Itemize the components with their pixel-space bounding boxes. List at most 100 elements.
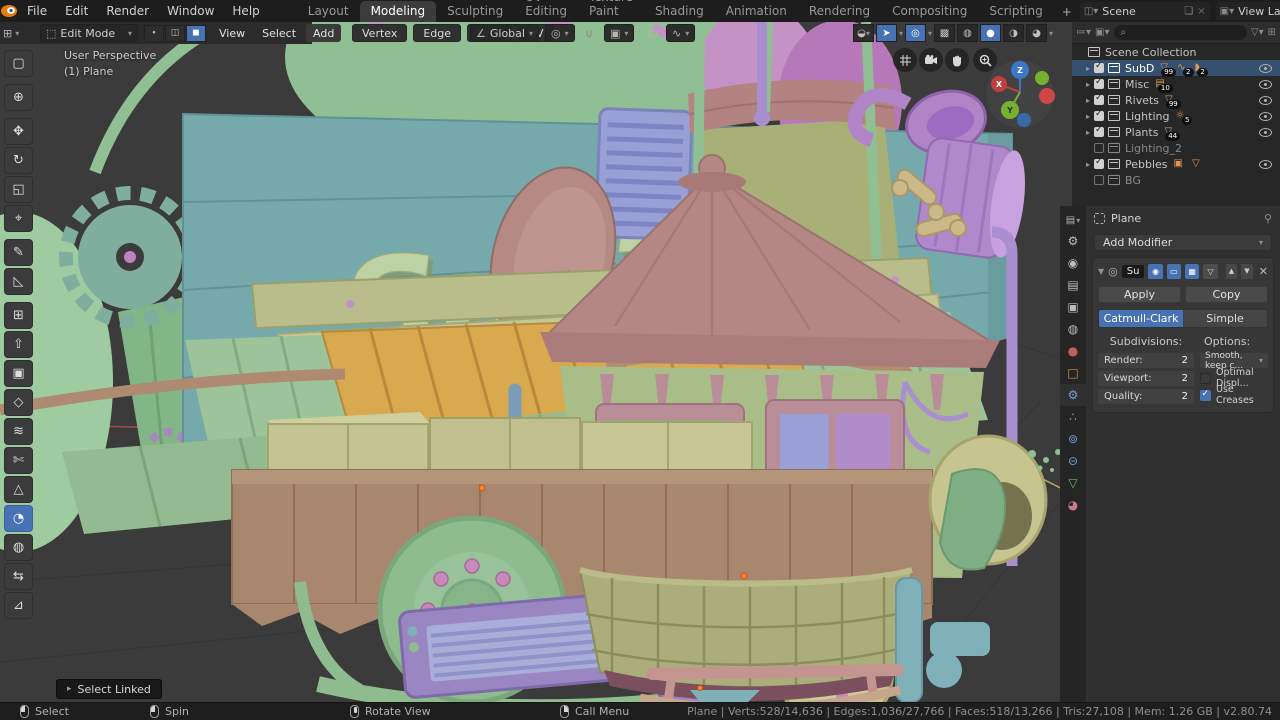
mesh-menu-vertex[interactable]: Vertex — [352, 24, 408, 42]
uv-smooth-dropdown[interactable]: Smooth, keep c... ▾ — [1200, 351, 1268, 371]
tool-rotate[interactable]: ↻ — [4, 147, 33, 174]
menu-help[interactable]: Help — [223, 4, 268, 18]
eye-icon[interactable] — [1259, 79, 1272, 89]
edge-select-mode-button[interactable]: ◫ — [165, 24, 185, 42]
collection-checkbox[interactable] — [1094, 61, 1104, 73]
modifier-editmode-toggle[interactable]: ▦ — [1185, 263, 1200, 279]
eye-icon[interactable] — [1259, 63, 1272, 73]
tool-loop-cut[interactable]: ≋ — [4, 418, 33, 445]
properties-tab-material[interactable]: ◕ — [1060, 494, 1086, 516]
tool-extrude-region[interactable]: ⇧ — [4, 331, 33, 358]
workspace-tab-uv-editing[interactable]: UV Editing — [514, 0, 578, 22]
orthographic-grid-button[interactable] — [893, 48, 917, 72]
properties-tab-tool[interactable]: ⚙ — [1060, 230, 1086, 252]
disclosure-arrow-icon[interactable]: ▸ — [1082, 96, 1094, 105]
outliner-row-rivets[interactable]: ▸ Rivets ▽99 — [1072, 92, 1280, 109]
move-modifier-down-button[interactable]: ▼ — [1241, 263, 1253, 279]
outliner-row-lighting[interactable]: ▸ Lighting ☼5 — [1072, 108, 1280, 125]
modifier-name-field[interactable]: Su — [1121, 264, 1145, 278]
select-linked-popup[interactable]: ▸ Select Linked — [56, 679, 162, 699]
workspace-tab-scripting[interactable]: Scripting — [978, 1, 1053, 22]
tool-edge-slide[interactable]: ⇆ — [4, 563, 33, 590]
properties-tab-particles[interactable]: ∴ — [1060, 406, 1086, 428]
expand-panel-icon[interactable]: ▼ — [1098, 267, 1104, 276]
tool-spin[interactable]: ◔ — [4, 505, 33, 532]
tool-poly-build[interactable]: △ — [4, 476, 33, 503]
outliner-row-misc[interactable]: ▸ Misc ▤10 — [1072, 76, 1280, 93]
optimal-display-checkbox[interactable]: Optimal Displ... — [1200, 367, 1268, 389]
shading-wireframe-button[interactable]: ◍ — [957, 24, 979, 42]
collection-checkbox[interactable] — [1094, 143, 1104, 153]
disclosure-arrow-icon[interactable]: ▸ — [1082, 64, 1094, 73]
face-select-mode-button[interactable]: ◼ — [186, 24, 206, 42]
collection-checkbox[interactable] — [1094, 77, 1104, 89]
transform-orientation-dropdown[interactable]: ∠ Global ▾ — [470, 24, 539, 42]
viewport-subdivisions-field[interactable]: Viewport: 2 — [1098, 371, 1194, 386]
copy-button[interactable]: Copy — [1185, 286, 1268, 303]
workspace-tab-sculpting[interactable]: Sculpting — [436, 1, 514, 22]
unlink-scene-icon[interactable]: × — [1197, 6, 1205, 17]
tool-cursor[interactable]: ⊕ — [4, 84, 33, 111]
tool-add-cube[interactable]: ⊞ — [4, 302, 33, 329]
proportional-falloff-dropdown[interactable]: ∿ ▾ — [666, 24, 696, 42]
eye-icon[interactable] — [1259, 127, 1272, 137]
modifier-render-toggle[interactable]: ◉ — [1148, 263, 1163, 279]
workspace-tab-shading[interactable]: Shading — [644, 1, 715, 22]
snap-with-dropdown[interactable]: ▣ ▾ — [604, 24, 635, 42]
disclosure-arrow-icon[interactable]: ▸ — [1082, 80, 1094, 89]
properties-tab-render[interactable]: ◉ — [1060, 252, 1086, 274]
collection-checkbox[interactable] — [1094, 109, 1104, 121]
eye-icon[interactable] — [1259, 159, 1272, 169]
modifier-viewport-toggle[interactable]: ▭ — [1166, 263, 1182, 279]
menu-file[interactable]: File — [18, 4, 56, 18]
visibility-filter-dropdown[interactable]: ◒ ▾ — [853, 24, 874, 42]
modifier-cage-toggle[interactable]: ▽ — [1203, 263, 1218, 279]
tool-transform[interactable]: ⌖ — [4, 205, 33, 232]
viewport-menu-add[interactable]: Add — [306, 24, 342, 42]
gizmo-neg-z-axis[interactable] — [1017, 113, 1031, 127]
collection-checkbox[interactable] — [1094, 157, 1104, 169]
properties-tab-view-layer[interactable]: ▣ — [1060, 296, 1086, 318]
properties-tab-output[interactable]: ▤ — [1060, 274, 1086, 296]
mode-dropdown[interactable]: ⬚ Edit Mode ▾ — [40, 24, 138, 42]
camera-view-button[interactable] — [919, 48, 943, 72]
filter-funnel-dropdown[interactable]: ▽▾ — [1251, 27, 1264, 38]
shading-rendered-button[interactable]: ◕ — [1026, 24, 1048, 42]
catmull-clark-option[interactable]: Catmull-Clark — [1099, 310, 1183, 327]
tool-rip-region[interactable]: ⊿ — [4, 592, 33, 619]
blender-logo[interactable] — [0, 0, 18, 22]
quality-field[interactable]: Quality: 2 — [1098, 389, 1194, 404]
outliner-row-bg[interactable]: BG — [1072, 172, 1280, 188]
new-scene-icon[interactable]: ❏ — [1184, 6, 1193, 17]
collection-checkbox[interactable] — [1094, 175, 1104, 185]
outliner-row-pebbles[interactable]: ▸Pebbles▣▽ — [1072, 156, 1280, 172]
pin-icon[interactable]: ⚲ — [1264, 212, 1272, 225]
shading-material-button[interactable]: ◑ — [1003, 24, 1025, 42]
tool-move[interactable]: ✥ — [4, 118, 33, 145]
gizmo-neg-x-axis[interactable] — [1039, 88, 1055, 104]
pan-view-hand-button[interactable] — [945, 48, 969, 72]
use-creases-checkbox[interactable]: Use Creases — [1200, 384, 1268, 406]
workspace-tab-animation[interactable]: Animation — [715, 1, 798, 22]
disclosure-arrow-icon[interactable]: ▸ — [1082, 128, 1094, 137]
apply-button[interactable]: Apply — [1098, 286, 1181, 303]
properties-tab-object[interactable]: □ — [1060, 362, 1086, 384]
workspace-tab-rendering[interactable]: Rendering — [798, 1, 881, 22]
tool-bevel[interactable]: ◇ — [4, 389, 33, 416]
simple-option[interactable]: Simple — [1183, 310, 1267, 327]
tool-annotate[interactable]: ✎ — [4, 239, 33, 266]
navigation-gizmo[interactable]: Z X Y — [984, 58, 1056, 130]
disclosure-arrow-icon[interactable]: ▸ — [1082, 112, 1094, 121]
collection-checkbox[interactable] — [1094, 125, 1104, 137]
render-subdivisions-field[interactable]: Render: 2 — [1098, 353, 1194, 368]
workspace-tab-layout[interactable]: Layout — [297, 1, 360, 22]
outliner-search-input[interactable]: ⌕ — [1113, 25, 1247, 40]
workspace-tab-modeling[interactable]: Modeling — [359, 1, 437, 22]
tool-smooth[interactable]: ◍ — [4, 534, 33, 561]
workspace-tab-compositing[interactable]: Compositing — [881, 1, 978, 22]
view-layer-selector[interactable]: ▣▾ View Layer ❏ × — [1215, 2, 1280, 20]
properties-tab-physics[interactable]: ⊚ — [1060, 428, 1086, 450]
collection-checkbox[interactable] — [1094, 93, 1104, 105]
menu-edit[interactable]: Edit — [56, 4, 97, 18]
display-mode-dropdown[interactable]: ≔▾ — [1076, 27, 1091, 38]
